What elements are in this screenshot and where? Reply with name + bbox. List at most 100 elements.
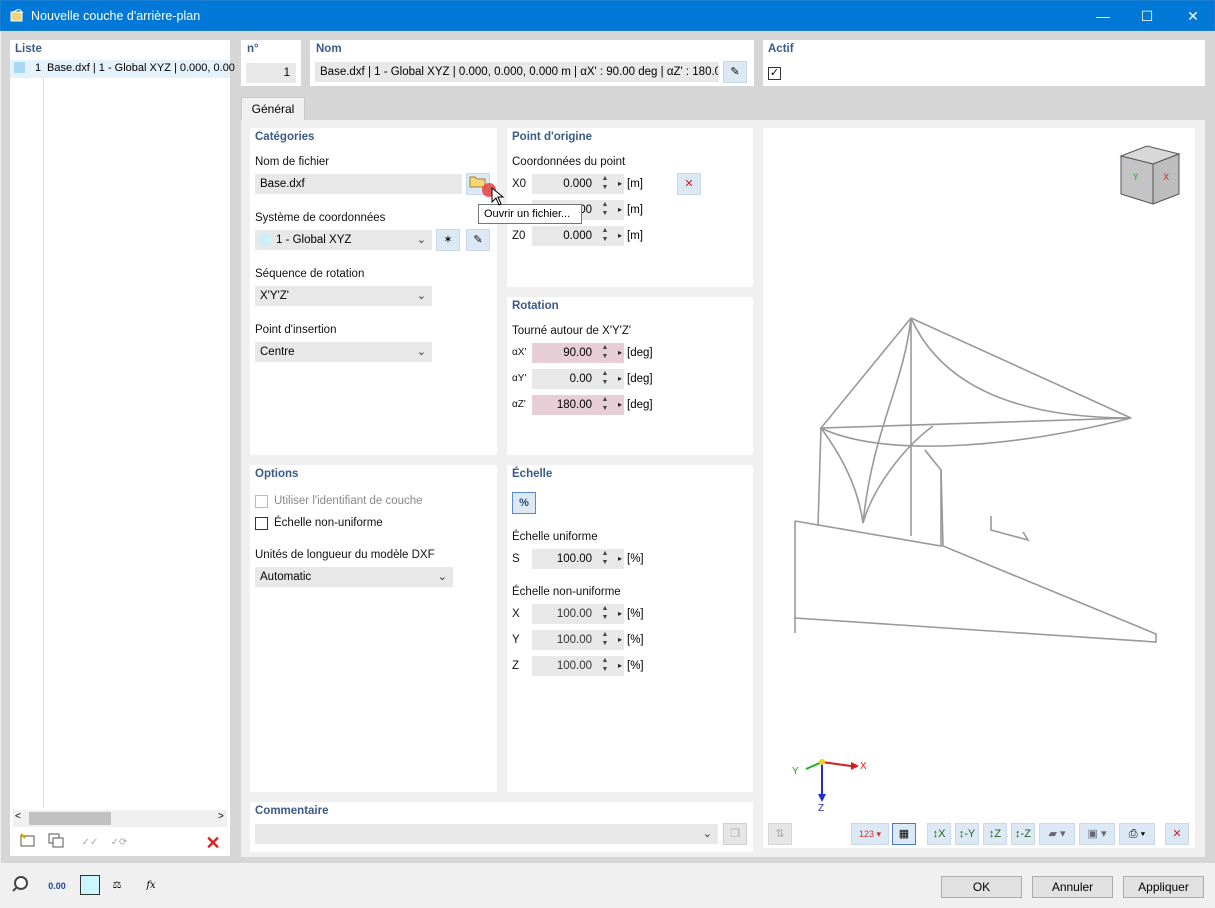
list-header: Liste <box>15 43 42 55</box>
chevron-down-icon: ⌄ <box>702 828 712 840</box>
new-coordinate-system-icon[interactable]: ✶ <box>436 229 460 251</box>
tab-general[interactable]: Général <box>241 97 305 121</box>
spin-icon[interactable]: ▲ ▼ <box>600 200 610 220</box>
nonuniform-scale-checkbox[interactable] <box>255 517 268 530</box>
use-layer-id-checkbox[interactable] <box>255 495 268 508</box>
edit-name-icon[interactable]: ✎ <box>723 61 747 83</box>
view-x-icon[interactable]: ↕X <box>927 823 951 845</box>
chevron-down-icon: ⌄ <box>416 346 426 358</box>
units-icon[interactable]: ⚖ <box>105 875 129 897</box>
scale-z-field[interactable]: 100.00 ▲ ▼ ▸ <box>532 656 624 676</box>
arrow-right-icon[interactable]: ▸ <box>614 395 622 415</box>
formula-icon[interactable]: fx <box>139 875 163 897</box>
reset-view-icon[interactable]: ✕ <box>1165 823 1189 845</box>
arrow-right-icon[interactable]: ▸ <box>614 369 622 389</box>
close-button[interactable]: ✕ <box>1170 1 1215 32</box>
number-field[interactable]: 1 <box>246 63 296 83</box>
arrow-right-icon[interactable]: ▸ <box>614 549 622 569</box>
view-z-icon[interactable]: ↕Z <box>983 823 1007 845</box>
ok-button[interactable]: OK <box>941 876 1022 898</box>
horizontal-scrollbar[interactable]: < > <box>13 810 227 827</box>
mouse-cursor-icon <box>491 187 505 206</box>
check-all-icon[interactable]: ✓✓ <box>78 832 102 854</box>
chevron-down-icon: ⌄ <box>416 234 426 246</box>
rotation-z-field[interactable]: 180.00 ▲ ▼ ▸ <box>532 395 624 415</box>
arrow-right-icon[interactable]: ▸ <box>614 604 622 624</box>
render-mode-icon[interactable]: ▰ ▾ <box>1039 823 1075 845</box>
filename-field[interactable]: Base.dxf <box>255 174 462 194</box>
coord-color-swatch <box>259 234 271 246</box>
numbering-icon[interactable]: 123 ▾ <box>851 823 889 845</box>
sync-view-icon[interactable]: ⇅ <box>768 823 792 845</box>
minimize-button[interactable]: — <box>1080 1 1126 32</box>
rotation-sequence-select[interactable]: X'Y'Z' ⌄ <box>255 286 432 306</box>
copy-layer-icon[interactable] <box>44 832 68 854</box>
list-item[interactable]: 1 Base.dxf | 1 - Global XYZ | 0.000, 0.0… <box>10 60 235 78</box>
arrow-right-icon[interactable]: ▸ <box>614 656 622 676</box>
chevron-down-icon: ⌄ <box>437 571 447 583</box>
spin-icon[interactable]: ▲ ▼ <box>600 174 610 194</box>
edit-coordinate-system-icon[interactable]: ✎ <box>466 229 490 251</box>
scale-panel: Échelle % Échelle uniforme S 100.00 ▲ ▼ ▸ [… <box>507 465 753 792</box>
spin-icon[interactable]: ▲ ▼ <box>600 369 610 389</box>
origin-x-field[interactable]: 0.000 ▲ ▼ ▸ <box>532 174 624 194</box>
view-neg-y-icon[interactable]: ↕-Y <box>955 823 979 845</box>
arrow-right-icon[interactable]: ▸ <box>614 343 622 363</box>
apply-button[interactable]: Appliquer <box>1123 876 1204 898</box>
uncheck-all-icon[interactable]: ✓⟳ <box>107 832 131 854</box>
pick-point-icon[interactable]: ✕ <box>677 173 701 195</box>
coordinate-system-select[interactable]: 1 - Global XYZ ⌄ <box>255 230 432 250</box>
preview-panel: Y X X Y Z ⇅ 123 ▾ ▦ ↕X ↕-Y ↕Z ↕-Z ▰ ▾ ▣ … <box>763 128 1195 848</box>
maximize-button[interactable]: ☐ <box>1124 1 1170 32</box>
dxf-units-select[interactable]: Automatic ⌄ <box>255 567 453 587</box>
title-bar: Nouvelle couche d'arrière-plan — ☐ ✕ <box>0 0 1215 31</box>
scroll-left-icon[interactable]: < <box>15 811 21 822</box>
name-field[interactable]: Base.dxf | 1 - Global XYZ | 0.000, 0.000… <box>315 62 719 82</box>
print-icon[interactable]: ⎙ ▾ <box>1119 823 1155 845</box>
layer-color-swatch <box>14 62 25 73</box>
spin-icon[interactable]: ▲ ▼ <box>600 226 610 246</box>
number-box: n° 1 <box>241 40 301 86</box>
categories-panel: Catégories Nom de fichier Base.dxf Systè… <box>250 128 497 455</box>
delete-icon[interactable]: ✕ <box>201 832 225 854</box>
spin-icon[interactable]: ▲ ▼ <box>600 549 610 569</box>
view-neg-z-icon[interactable]: ↕-Z <box>1011 823 1035 845</box>
scroll-right-icon[interactable]: > <box>218 811 224 822</box>
list-item-label: Base.dxf | 1 - Global XYZ | 0.000, 0.00 <box>47 62 235 74</box>
spin-icon[interactable]: ▲ ▼ <box>600 630 610 650</box>
comment-library-icon[interactable]: ❐ <box>723 823 747 845</box>
dxf-preview-drawing <box>794 317 1157 643</box>
spin-icon[interactable]: ▲ ▼ <box>600 343 610 363</box>
arrow-right-icon[interactable]: ▸ <box>614 174 622 194</box>
comment-field[interactable]: ⌄ <box>255 824 718 844</box>
decimal-places-icon[interactable]: 0.00 <box>45 875 69 897</box>
window-title: Nouvelle couche d'arrière-plan <box>31 9 201 23</box>
rotation-y-field[interactable]: 0.00 ▲ ▼ ▸ <box>532 369 624 389</box>
spin-icon[interactable]: ▲ ▼ <box>600 656 610 676</box>
arrow-right-icon[interactable]: ▸ <box>614 226 622 246</box>
axis-x-label: X <box>860 761 867 772</box>
color-swatch-button[interactable] <box>80 875 100 895</box>
spin-icon[interactable]: ▲ ▼ <box>600 395 610 415</box>
scale-x-field[interactable]: 100.00 ▲ ▼ ▸ <box>532 604 624 624</box>
new-layer-icon[interactable] <box>16 832 40 854</box>
arrow-right-icon[interactable]: ▸ <box>614 200 622 220</box>
visibility-icon[interactable]: ▣ ▾ <box>1079 823 1115 845</box>
origin-z-field[interactable]: 0.000 ▲ ▼ ▸ <box>532 226 624 246</box>
options-panel: Options Utiliser l'identifiant de couche… <box>250 465 497 792</box>
percent-toggle-button[interactable]: % <box>512 492 536 514</box>
scale-y-field[interactable]: 100.00 ▲ ▼ ▸ <box>532 630 624 650</box>
spin-icon[interactable]: ▲ ▼ <box>600 604 610 624</box>
scroll-thumb[interactable] <box>29 812 111 825</box>
rotation-x-field[interactable]: 90.00 ▲ ▼ ▸ <box>532 343 624 363</box>
chevron-down-icon: ⌄ <box>416 290 426 302</box>
active-checkbox[interactable]: ✓ <box>768 67 781 80</box>
insertion-point-select[interactable]: Centre ⌄ <box>255 342 432 362</box>
cancel-button[interactable]: Annuler <box>1032 876 1113 898</box>
scale-s-field[interactable]: 100.00 ▲ ▼ ▸ <box>532 549 624 569</box>
name-box: Nom Base.dxf | 1 - Global XYZ | 0.000, 0… <box>310 40 754 86</box>
axis-triad-icon <box>805 759 859 802</box>
display-options-icon[interactable]: ▦ <box>892 823 916 845</box>
search-icon[interactable] <box>10 875 34 897</box>
arrow-right-icon[interactable]: ▸ <box>614 630 622 650</box>
